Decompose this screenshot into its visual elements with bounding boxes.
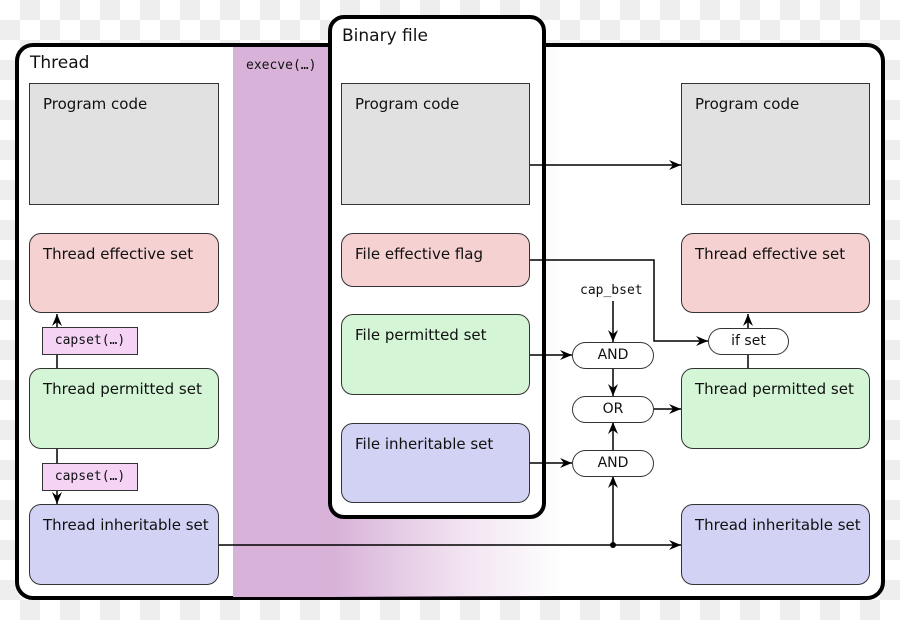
and-op-bottom: AND (572, 450, 654, 477)
or-op: OR (572, 396, 654, 423)
if-set-op: if set (708, 328, 789, 355)
capset-lower: capset(…) (42, 463, 138, 491)
junction-dot (610, 542, 616, 548)
and-op-top: AND (572, 342, 654, 369)
arrow-effective-flag (530, 259, 708, 346)
cap-bset-label: cap_bset (580, 283, 643, 298)
capset-upper: capset(…) (42, 327, 138, 355)
connector-arrows (52, 160, 753, 550)
